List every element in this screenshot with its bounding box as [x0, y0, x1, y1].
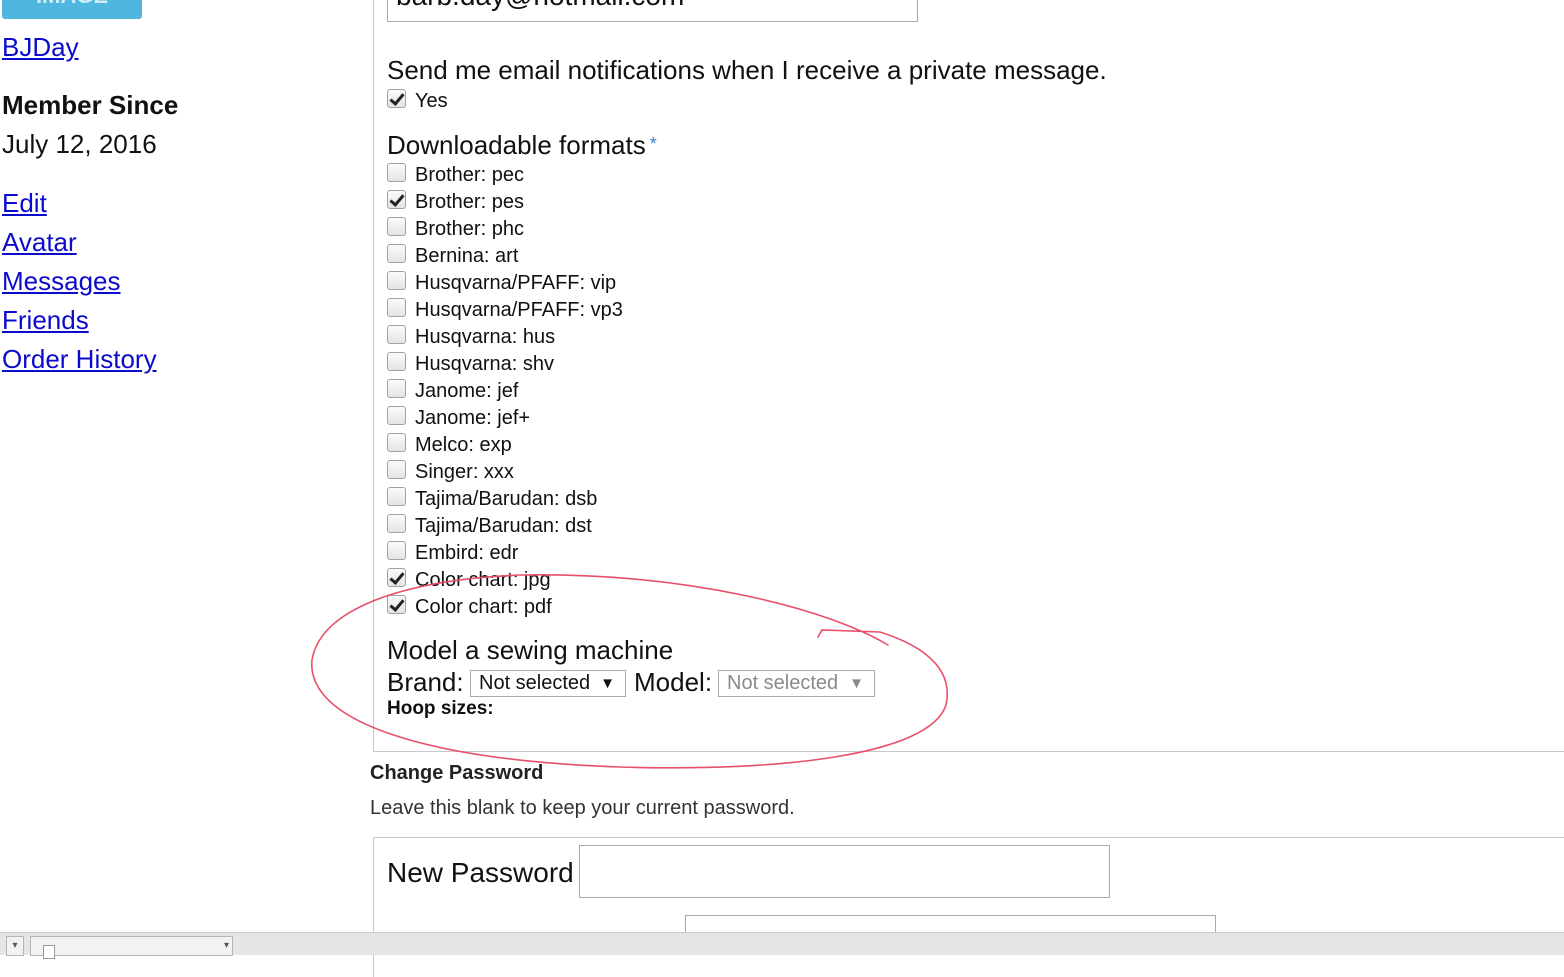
model-select-value: Not selected [727, 672, 839, 694]
format-option-label: Melco: exp [415, 433, 512, 456]
member-since-heading: Member Since [2, 90, 179, 120]
brand-select-value: Not selected [479, 672, 591, 694]
order-history-link[interactable]: Order History [2, 344, 157, 375]
format-option-label: Husqvarna: hus [415, 325, 556, 348]
brand-label: Brand: [387, 667, 464, 697]
format-option-label: Singer: xxx [415, 460, 514, 483]
format-option-label: Husqvarna/PFAFF: vp3 [415, 298, 623, 321]
formats-title-text: Downloadable formats [387, 130, 646, 160]
notifications-option[interactable]: Yes [387, 88, 448, 113]
format-checkbox[interactable] [387, 324, 406, 344]
chevron-down-icon: ▾ [223, 940, 229, 951]
username-link[interactable]: BJDay [2, 32, 79, 63]
browser-status-bar: ▾ ▾ [0, 932, 1564, 959]
format-option[interactable]: Brother: phc [387, 216, 524, 241]
dropdown-arrow-icon[interactable]: ▾ [6, 936, 24, 956]
format-checkbox[interactable] [387, 459, 406, 479]
avatar-image-text: IMAGE [36, 0, 108, 8]
notifications-title: Send me email notifications when I recei… [387, 55, 1107, 85]
format-option[interactable]: Singer: xxx [387, 459, 514, 484]
format-option[interactable]: Husqvarna: shv [387, 351, 554, 376]
machine-title: Model a sewing machine [387, 635, 674, 665]
format-option-label: Husqvarna/PFAFF: vip [415, 271, 617, 294]
member-since-date: July 12, 2016 [2, 129, 157, 159]
avatar-link[interactable]: Avatar [2, 227, 77, 258]
format-checkbox[interactable] [387, 189, 406, 209]
download-tab[interactable]: ▾ [30, 936, 233, 959]
format-checkbox[interactable] [387, 243, 406, 263]
friends-link[interactable]: Friends [2, 305, 89, 336]
format-checkbox[interactable] [387, 378, 406, 398]
format-checkbox[interactable] [387, 594, 406, 614]
change-password-hint: Leave this blank to keep your current pa… [370, 797, 795, 819]
format-option-label: Janome: jef+ [415, 406, 531, 429]
format-option-label: Tajima/Barudan: dst [415, 514, 592, 537]
model-select[interactable]: Not selected ▼ [718, 670, 875, 697]
format-checkbox[interactable] [387, 405, 406, 425]
format-option[interactable]: Husqvarna/PFAFF: vp3 [387, 297, 623, 322]
format-option-label: Color chart: pdf [415, 595, 552, 618]
format-checkbox[interactable] [387, 540, 406, 560]
format-option[interactable]: Embird: edr [387, 540, 519, 565]
format-checkbox[interactable] [387, 432, 406, 452]
format-option[interactable]: Bernina: art [387, 243, 519, 268]
format-option[interactable]: Janome: jef+ [387, 405, 531, 430]
chevron-down-icon: ▼ [600, 675, 615, 692]
format-checkbox[interactable] [387, 351, 406, 371]
format-checkbox[interactable] [387, 162, 406, 182]
document-icon [43, 945, 55, 959]
notifications-checkbox[interactable] [387, 88, 406, 108]
format-option-label: Tajima/Barudan: dsb [415, 487, 598, 510]
format-option-label: Brother: phc [415, 217, 524, 240]
new-password-field[interactable] [579, 845, 1110, 898]
format-checkbox[interactable] [387, 486, 406, 506]
format-checkbox[interactable] [387, 567, 406, 587]
messages-link[interactable]: Messages [2, 266, 121, 297]
change-password-title: Change Password [370, 762, 544, 784]
edit-link[interactable]: Edit [2, 188, 47, 219]
formats-title: Downloadable formats * [387, 130, 657, 161]
chevron-down-icon: ▼ [849, 675, 864, 692]
format-option[interactable]: Tajima/Barudan: dsb [387, 486, 598, 511]
format-option[interactable]: Tajima/Barudan: dst [387, 513, 592, 538]
format-option[interactable]: Brother: pec [387, 162, 524, 187]
required-mark: * [649, 134, 657, 154]
model-label: Model: [634, 667, 713, 697]
format-option-label: Bernina: art [415, 244, 519, 267]
new-password-label: New Password [387, 857, 574, 888]
email-field[interactable]: barb.day@hotmail.com [387, 0, 918, 22]
format-option-label: Janome: jef [415, 379, 519, 402]
hoop-sizes-label: Hoop sizes: [387, 698, 494, 719]
avatar-image[interactable]: IMAGE [2, 0, 142, 19]
format-option-label: Husqvarna: shv [415, 352, 554, 375]
format-option[interactable]: Color chart: pdf [387, 594, 552, 619]
format-option[interactable]: Brother: pes [387, 189, 524, 214]
format-option-label: Color chart: jpg [415, 568, 551, 591]
format-option[interactable]: Melco: exp [387, 432, 512, 457]
brand-select[interactable]: Not selected ▼ [470, 670, 626, 697]
format-option[interactable]: Husqvarna: hus [387, 324, 556, 349]
format-option-label: Embird: edr [415, 541, 519, 564]
format-checkbox[interactable] [387, 216, 406, 236]
format-checkbox[interactable] [387, 513, 406, 533]
format-option[interactable]: Color chart: jpg [387, 567, 551, 592]
format-option[interactable]: Husqvarna/PFAFF: vip [387, 270, 617, 295]
format-option-label: Brother: pes [415, 190, 524, 213]
format-option[interactable]: Janome: jef [387, 378, 519, 403]
format-option-label: Brother: pec [415, 163, 524, 186]
format-checkbox[interactable] [387, 270, 406, 290]
notifications-option-label: Yes [415, 89, 448, 112]
format-checkbox[interactable] [387, 297, 406, 317]
